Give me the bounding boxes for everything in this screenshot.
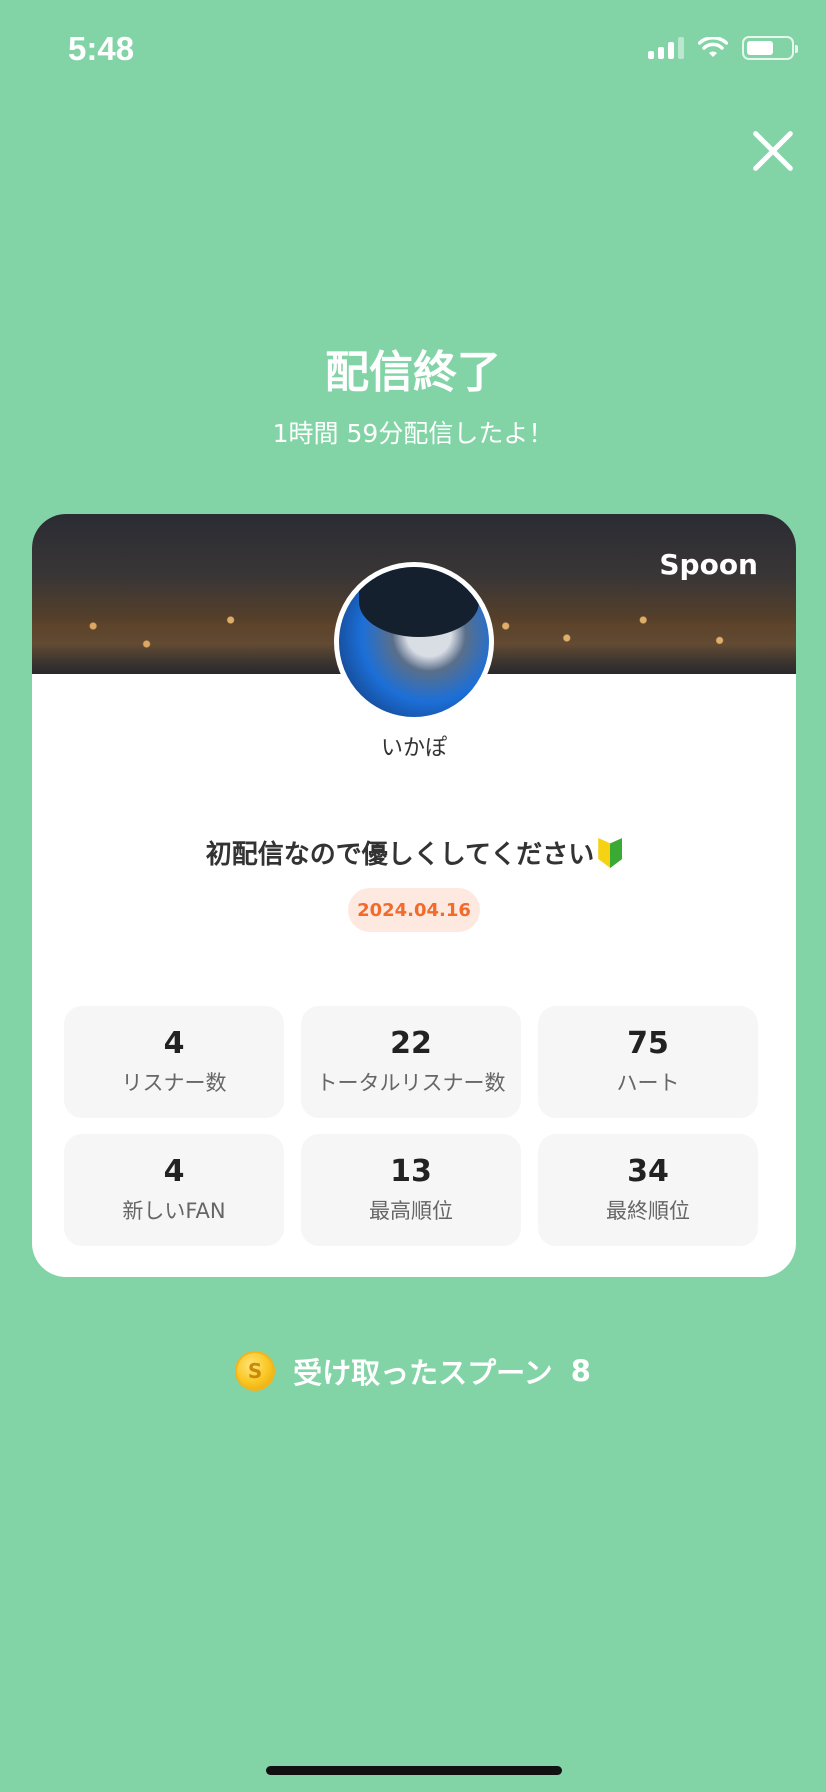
stat-label: ハート xyxy=(616,1071,680,1096)
stat-highest-rank: 13 最高順位 xyxy=(301,1134,521,1246)
page-title: 配信終了 xyxy=(325,347,501,398)
stat-final-rank: 34 最終順位 xyxy=(538,1134,758,1246)
broadcast-summary-card: Spoon いかぽ 初配信なので優しくしてください 2024.04.16 4 リ… xyxy=(32,514,796,1277)
stat-value: 34 xyxy=(627,1153,669,1189)
stat-label: 最終順位 xyxy=(606,1199,690,1224)
stat-label: トータルリスナー数 xyxy=(316,1071,506,1096)
wifi-icon xyxy=(698,37,728,59)
stat-value: 22 xyxy=(390,1025,432,1061)
stat-total-listeners: 22 トータルリスナー数 xyxy=(301,1006,521,1118)
received-spoons: S 受け取ったスプーン 8 xyxy=(0,1350,826,1392)
received-spoons-label: 受け取ったスプーン xyxy=(293,1356,553,1390)
cellular-signal-icon xyxy=(648,37,684,59)
brand-logo: Spoon xyxy=(659,548,758,581)
spoon-coin-icon: S xyxy=(235,1351,276,1391)
stat-hearts: 75 ハート xyxy=(538,1006,758,1118)
home-indicator xyxy=(266,1766,562,1775)
status-time: 5:48 xyxy=(68,30,135,67)
received-spoons-count: 8 xyxy=(570,1354,591,1388)
stat-value: 4 xyxy=(163,1025,185,1061)
stat-value: 4 xyxy=(163,1153,185,1189)
stat-label: リスナー数 xyxy=(121,1071,227,1096)
status-icons xyxy=(648,36,798,60)
stat-label: 新しいFAN xyxy=(122,1199,226,1224)
avatar xyxy=(334,562,494,722)
broadcast-title: 初配信なので優しくしてください xyxy=(32,834,796,871)
stat-new-fans: 4 新しいFAN xyxy=(64,1134,284,1246)
battery-icon xyxy=(742,36,798,60)
stats-grid: 4 リスナー数 22 トータルリスナー数 75 ハート 4 新しいFAN 13 … xyxy=(64,1006,758,1246)
username: いかぽ xyxy=(380,736,447,761)
date-badge: 2024.04.16 xyxy=(348,888,480,932)
beginner-mark-icon xyxy=(598,838,623,868)
stat-value: 13 xyxy=(390,1153,432,1189)
stat-listeners: 4 リスナー数 xyxy=(64,1006,284,1118)
close-button[interactable] xyxy=(750,128,796,174)
stat-label: 最高順位 xyxy=(369,1199,453,1224)
stat-value: 75 xyxy=(627,1025,669,1061)
broadcast-duration: 1時間 59分配信したよ！ xyxy=(272,419,554,448)
